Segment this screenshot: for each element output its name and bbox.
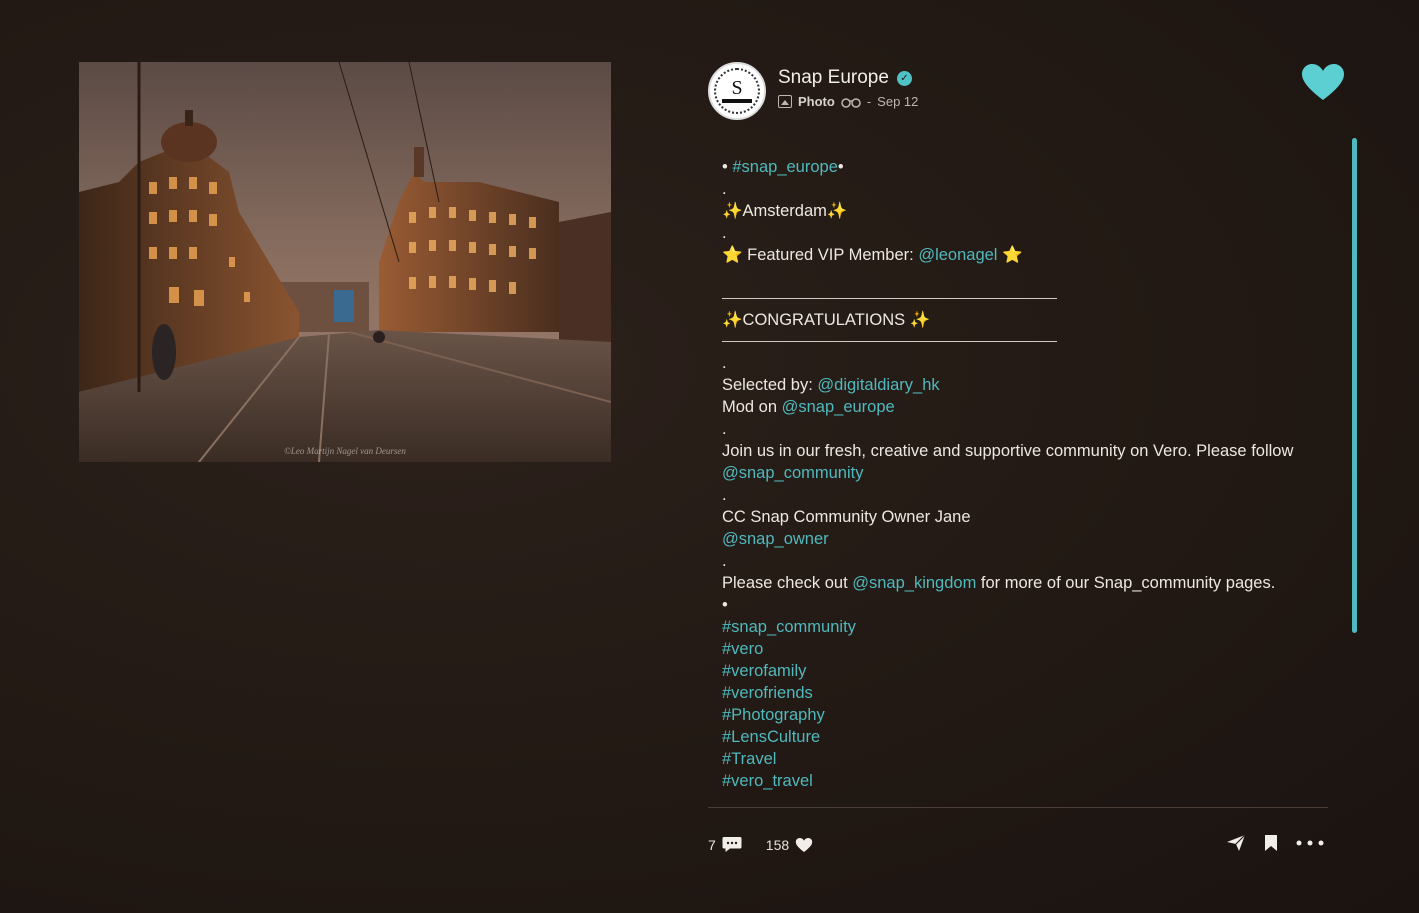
avatar-bar (722, 99, 752, 103)
caption-text: Please check out (722, 574, 853, 592)
caption-text: ⭐ Featured VIP Member: (722, 246, 919, 264)
mention-link[interactable]: @snap_owner (722, 530, 829, 548)
caption-text: Mod on (722, 398, 782, 416)
post-meta: Photo - Sep 12 (778, 94, 918, 109)
caption-rule (722, 341, 1057, 342)
caption-line: . (722, 180, 727, 198)
hashtag-link[interactable]: #snap_community (722, 616, 1302, 638)
verified-icon: ✓ (896, 70, 912, 86)
author-avatar[interactable]: S (708, 62, 766, 120)
author-name[interactable]: Snap Europe (778, 67, 889, 89)
hashtag-link[interactable]: #snap_europe (732, 158, 838, 176)
caption-line: @snap_owner (722, 528, 1302, 550)
caption-line: . (722, 420, 727, 438)
caption-line: . (722, 224, 727, 242)
caption-line: ⭐ Featured VIP Member: @leonagel ⭐ (722, 244, 1302, 266)
footer-divider (708, 807, 1328, 808)
mention-link[interactable]: @digitaldiary_hk (817, 376, 939, 394)
post-caption: • #snap_europe• . ✨Amsterdam✨ . ⭐ Featur… (722, 156, 1302, 806)
mention-link[interactable]: @snap_europe (782, 398, 895, 416)
caption-text: for more of our Snap_community pages. (976, 574, 1276, 592)
caption-text: Join us in our fresh, creative and suppo… (722, 442, 1294, 460)
caption-rule (722, 298, 1057, 299)
caption-line: ✨CONGRATULATIONS ✨ (722, 311, 931, 329)
comment-icon (722, 837, 742, 852)
caption-line: ✨Amsterdam✨ (722, 202, 848, 220)
likes-count: 158 (765, 836, 790, 853)
post-actions (1226, 834, 1324, 852)
comments-count: 7 (708, 836, 716, 853)
hashtag-link[interactable]: #LensCulture (722, 726, 1302, 748)
caption-text: ⭐ (997, 246, 1023, 264)
mention-link[interactable]: @snap_kingdom (852, 574, 976, 592)
caption-line: . (722, 354, 727, 372)
caption-line: CC Snap Community Owner Jane (722, 508, 971, 526)
amsterdam-street-image (79, 62, 611, 462)
photo-watermark: ©Leo Martijn Nagel van Deursen (284, 446, 406, 456)
more-icon[interactable] (1296, 840, 1324, 846)
binoculars-icon (841, 97, 861, 108)
photo-type-icon (778, 95, 792, 108)
likes-button[interactable]: 158 (766, 837, 813, 853)
caption-line: • (722, 596, 728, 614)
like-icon (795, 837, 813, 852)
post-type: Photo (798, 94, 835, 109)
caption-scrollbar[interactable] (1352, 138, 1357, 633)
caption-line: Please check out @snap_kingdom for more … (722, 572, 1302, 594)
post-date: Sep 12 (877, 94, 919, 109)
caption-text: Selected by: (722, 376, 818, 394)
hashtag-link[interactable]: #Photography (722, 704, 1302, 726)
caption-line: Mod on @snap_europe (722, 396, 1302, 418)
caption-text: • (722, 158, 733, 176)
hashtag-link[interactable]: #vero (722, 638, 1302, 660)
bookmark-icon[interactable] (1264, 834, 1278, 852)
caption-line: . (722, 552, 727, 570)
post-photo[interactable]: ©Leo Martijn Nagel van Deursen (79, 62, 611, 462)
caption-line: • #snap_europe• (722, 156, 1302, 178)
caption-line: Join us in our fresh, creative and suppo… (722, 440, 1302, 484)
hashtag-link[interactable]: #verofriends (722, 682, 1302, 704)
meta-separator: - (866, 94, 872, 109)
hashtag-link[interactable]: #Travel (722, 748, 1302, 770)
caption-text: • (837, 158, 844, 176)
avatar-monogram: S (731, 77, 743, 99)
author-header[interactable]: Snap Europe ✓ (778, 67, 912, 89)
mention-link[interactable]: @leonagel (918, 246, 997, 264)
heart-icon[interactable] (1300, 62, 1346, 102)
caption-line: Selected by: @digitaldiary_hk (722, 374, 1302, 396)
hashtag-link[interactable]: #vero_travel (722, 770, 1302, 792)
mention-link[interactable]: @snap_community (722, 464, 863, 482)
share-icon[interactable] (1226, 834, 1246, 852)
post-stats: 7 158 (708, 836, 837, 853)
caption-line: . (722, 486, 727, 504)
hashtag-link[interactable]: #verofamily (722, 660, 1302, 682)
comments-button[interactable]: 7 (708, 836, 742, 853)
